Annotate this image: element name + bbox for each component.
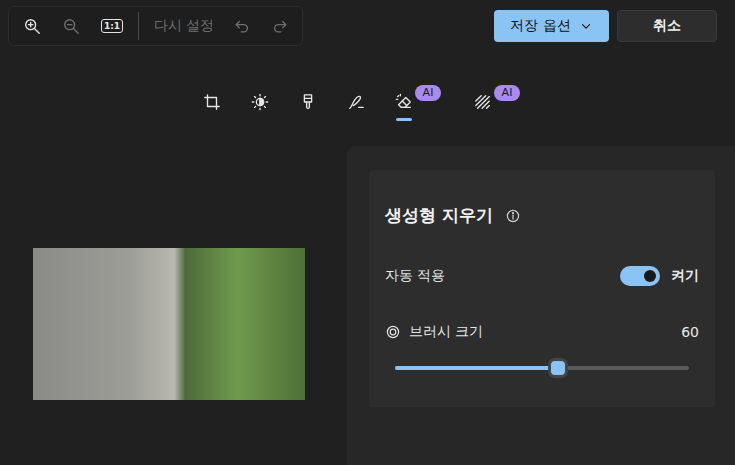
background-icon xyxy=(474,93,492,111)
crop-tool[interactable] xyxy=(188,86,236,118)
cancel-button[interactable]: 취소 xyxy=(617,10,717,42)
erase-icon xyxy=(395,93,413,111)
actual-size-label: 1:1 xyxy=(101,19,123,33)
redo-button-icon xyxy=(271,17,289,35)
action-buttons: 저장 옵션 취소 xyxy=(494,10,717,42)
chevron-down-icon xyxy=(579,19,593,33)
actual-size-button[interactable]: 1:1 xyxy=(96,11,128,41)
zoom-in-button-icon xyxy=(23,17,41,35)
info-icon[interactable] xyxy=(505,208,521,224)
slider-track[interactable] xyxy=(395,366,689,370)
brush-size-row: 브러시 크기 60 xyxy=(385,320,699,344)
filter-tool[interactable] xyxy=(284,86,332,118)
slider-fill xyxy=(395,366,558,370)
auto-apply-row: 자동 적용 켜기 xyxy=(385,264,699,288)
canvas-area xyxy=(0,146,347,465)
side-panel: 생성형 지우기자동 적용 켜기브러시 크기 60 xyxy=(347,146,735,465)
erase-tool[interactable]: AI xyxy=(380,86,428,118)
brush-size-slider[interactable] xyxy=(395,358,689,378)
toggle-knob xyxy=(644,270,656,282)
toggle-state-label: 켜기 xyxy=(671,267,699,285)
brush-size-label-group: 브러시 크기 xyxy=(385,323,483,341)
redo-button[interactable] xyxy=(264,11,296,41)
photo[interactable] xyxy=(33,248,305,400)
edit-toolbar: 1:1 다시 설정 xyxy=(8,6,303,46)
adjust-icon xyxy=(251,93,269,111)
ai-badge: AI xyxy=(415,85,441,101)
reset-button[interactable]: 다시 설정 xyxy=(154,15,214,37)
slider-thumb[interactable] xyxy=(548,358,568,378)
auto-apply-toggle-group: 켜기 xyxy=(620,266,699,286)
tool-tabs: AIAI xyxy=(0,86,735,118)
workspace: 생성형 지우기자동 적용 켜기브러시 크기 60 xyxy=(0,146,735,465)
filter-icon xyxy=(299,93,317,111)
auto-apply-toggle[interactable] xyxy=(620,266,660,286)
adjust-tool[interactable] xyxy=(236,86,284,118)
crop-icon xyxy=(203,93,221,111)
brush-size-value: 60 xyxy=(681,324,699,340)
brush-target-icon xyxy=(385,324,401,340)
erase-settings-card: 생성형 지우기자동 적용 켜기브러시 크기 60 xyxy=(369,170,715,407)
zoom-out-button[interactable] xyxy=(55,11,87,41)
title-row: 생성형 지우기 xyxy=(385,204,699,227)
save-options-label: 저장 옵션 xyxy=(510,17,570,35)
markup-icon xyxy=(347,93,365,111)
panel-title: 생성형 지우기 xyxy=(385,204,493,227)
zoom-out-button-icon xyxy=(62,17,80,35)
selected-indicator xyxy=(396,118,412,121)
brush-size-label: 브러시 크기 xyxy=(409,323,483,341)
header: 1:1 다시 설정 저장 옵션 취소 xyxy=(0,0,735,52)
save-options-button[interactable]: 저장 옵션 xyxy=(494,10,609,42)
separator xyxy=(138,12,139,40)
zoom-in-button[interactable] xyxy=(16,11,48,41)
markup-tool[interactable] xyxy=(332,86,380,118)
auto-apply-label: 자동 적용 xyxy=(385,267,445,285)
undo-button-icon xyxy=(233,17,251,35)
background-tool[interactable]: AI xyxy=(459,86,507,118)
ai-badge: AI xyxy=(494,85,520,101)
undo-button[interactable] xyxy=(226,11,258,41)
